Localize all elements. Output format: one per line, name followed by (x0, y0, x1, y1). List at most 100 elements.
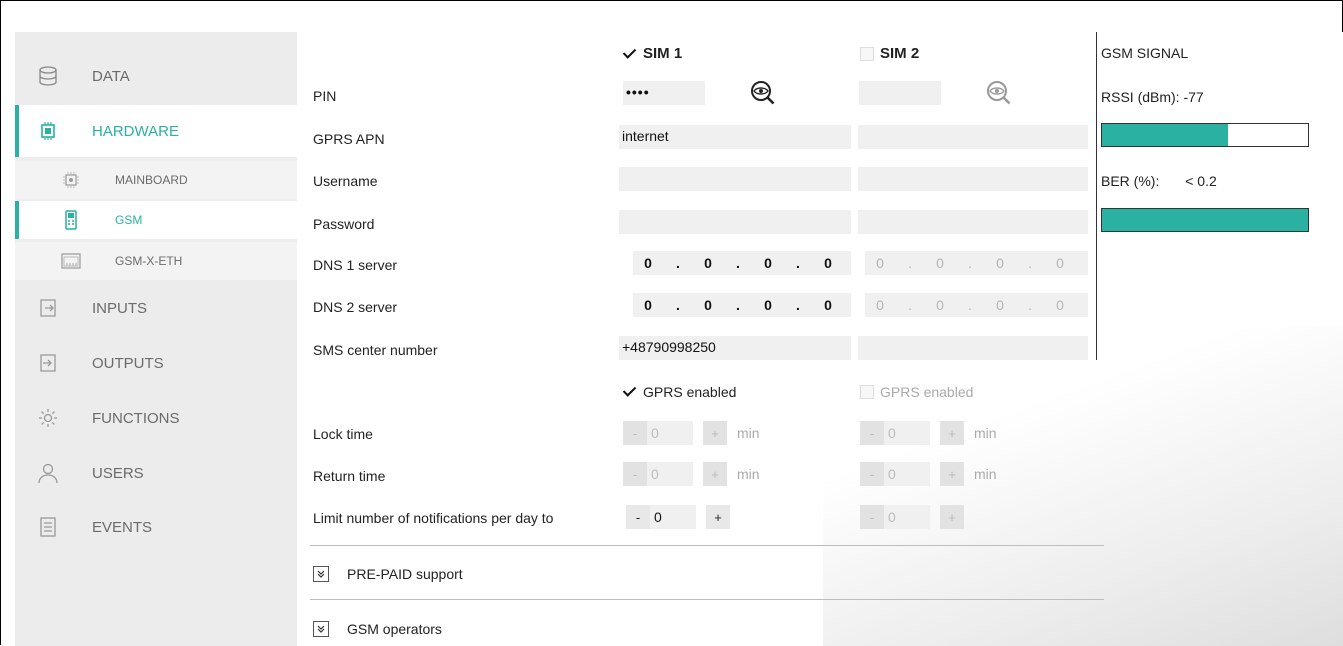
stepper-value[interactable]: 0 (884, 462, 930, 486)
sim1-pin-field[interactable]: •••• (623, 81, 705, 105)
ip-dot: . (796, 255, 800, 271)
sidebar-subitem-mainboard[interactable]: MAINBOARD (15, 161, 297, 199)
increment-button[interactable]: + (940, 462, 964, 486)
ip-dot: . (1028, 297, 1032, 313)
sidebar-item-label: INPUTS (92, 299, 148, 317)
sim1-dns1-field[interactable]: 0. 0. 0. 0 (633, 251, 851, 275)
show-pin-icon[interactable] (749, 79, 777, 107)
ethernet-icon (61, 253, 81, 269)
sim2-notification-limit-stepper[interactable]: - 0 + (860, 505, 964, 529)
decrement-button[interactable]: - (623, 462, 647, 486)
active-indicator (15, 105, 19, 157)
sim2-gprs-enabled-checkbox[interactable]: GPRS enabled (860, 384, 973, 400)
sidebar-item-label: USERS (92, 464, 144, 482)
sidebar-item-events[interactable]: EVENTS (15, 501, 297, 553)
ip-dot: . (908, 255, 912, 271)
ber-bar (1101, 208, 1309, 232)
sidebar-item-label: DATA (92, 67, 130, 85)
show-pin-icon[interactable] (985, 79, 1013, 107)
ip-dot: . (736, 297, 740, 313)
sim1-lock-time-stepper[interactable]: - 0 + min (623, 421, 760, 445)
ip-octet: 0 (936, 297, 944, 313)
stepper-value[interactable]: 0 (647, 462, 693, 486)
ip-octet: 0 (1056, 255, 1064, 271)
decrement-button[interactable]: - (626, 505, 650, 529)
ip-octet: 0 (996, 255, 1004, 271)
stepper-value[interactable]: 0 (647, 421, 693, 445)
expand-chevron-icon (313, 566, 329, 582)
ip-octet: 0 (764, 255, 772, 271)
sim1-gprs-enabled-checkbox[interactable]: GPRS enabled (623, 384, 736, 400)
sim1-username-field[interactable] (619, 167, 851, 191)
ip-dot: . (676, 297, 680, 313)
ip-octet: 0 (1056, 297, 1064, 313)
gprs-enabled-label: GPRS enabled (643, 384, 737, 400)
sim2-checkbox[interactable]: SIM 2 (860, 45, 919, 62)
lock-time-label: Lock time (313, 426, 373, 442)
sidebar-item-functions[interactable]: FUNCTIONS (15, 392, 297, 444)
apn-label: GPRS APN (313, 131, 385, 147)
sidebar-subitem-gsm[interactable]: GSM (15, 201, 297, 239)
decrement-button[interactable]: - (860, 505, 884, 529)
sim2-username-field[interactable] (858, 167, 1088, 191)
ip-octet: 0 (764, 297, 772, 313)
sidebar-item-data[interactable]: DATA (15, 50, 297, 102)
ip-dot: . (968, 297, 972, 313)
unit-label: min (737, 466, 760, 482)
user-icon (38, 463, 58, 484)
stepper-value[interactable]: 0 (884, 505, 930, 529)
sim1-dns2-field[interactable]: 0. 0. 0. 0 (633, 293, 851, 317)
ip-octet: 0 (936, 255, 944, 271)
increment-button[interactable]: + (706, 505, 730, 529)
sidebar-item-label: FUNCTIONS (92, 409, 180, 427)
sidebar-item-label: HARDWARE (92, 122, 179, 140)
check-icon (623, 47, 637, 61)
sim2-label: SIM 2 (880, 45, 920, 62)
sim2-pin-field[interactable] (859, 81, 941, 105)
sidebar-item-users[interactable]: USERS (15, 447, 297, 499)
sim1-apn-field[interactable]: internet (619, 125, 851, 149)
sidebar-item-hardware[interactable]: HARDWARE (15, 105, 297, 157)
ip-dot: . (968, 255, 972, 271)
sim1-return-time-stepper[interactable]: - 0 + min (623, 462, 760, 486)
sim2-return-time-stepper[interactable]: - 0 + min (860, 462, 997, 486)
prepaid-support-toggle[interactable]: PRE-PAID support (313, 566, 463, 582)
increment-button[interactable]: + (940, 505, 964, 529)
increment-button[interactable]: + (703, 421, 727, 445)
sidebar-subitem-gsm-x-eth[interactable]: GSM-X-ETH (15, 242, 297, 280)
decrement-button[interactable]: - (860, 421, 884, 445)
notification-limit-label: Limit number of notifications per day to (313, 510, 554, 526)
increment-button[interactable]: + (703, 462, 727, 486)
sim2-dns2-field[interactable]: 0. 0. 0. 0 (865, 293, 1088, 317)
sidebar: DATA HARDWARE MAINBOARD GSM GSM-X-ETH IN… (15, 32, 297, 646)
sidebar-subitem-label: MAINBOARD (115, 173, 188, 187)
pin-label: PIN (313, 88, 337, 104)
return-time-label: Return time (313, 468, 386, 484)
sim1-password-field[interactable] (619, 210, 851, 234)
sim2-sms-center-field[interactable] (858, 336, 1088, 360)
sim2-lock-time-stepper[interactable]: - 0 + min (860, 421, 997, 445)
ip-octet: 0 (876, 255, 884, 271)
sim2-apn-field[interactable] (858, 125, 1088, 149)
stepper-value[interactable]: 0 (650, 505, 696, 529)
sim1-notification-limit-stepper[interactable]: - 0 + (626, 505, 730, 529)
background-decoration (823, 326, 1343, 646)
sim1-checkbox[interactable]: SIM 1 (623, 45, 682, 62)
sim2-password-field[interactable] (858, 210, 1088, 234)
ber-value: < 0.2 (1185, 173, 1217, 189)
increment-button[interactable]: + (940, 421, 964, 445)
sim1-sms-center-field[interactable]: +48790998250 (619, 336, 851, 360)
sim2-dns1-field[interactable]: 0. 0. 0. 0 (865, 251, 1088, 275)
sidebar-item-inputs[interactable]: INPUTS (15, 282, 297, 334)
database-icon (39, 66, 57, 86)
dns2-label: DNS 2 server (313, 299, 398, 315)
decrement-button[interactable]: - (623, 421, 647, 445)
stepper-value[interactable]: 0 (884, 421, 930, 445)
phone-icon (65, 210, 77, 230)
sidebar-item-outputs[interactable]: OUTPUTS (15, 337, 297, 389)
unit-label: min (974, 466, 997, 482)
dns1-label: DNS 1 server (313, 257, 398, 273)
ip-dot: . (676, 255, 680, 271)
gsm-operators-toggle[interactable]: GSM operators (313, 621, 442, 637)
decrement-button[interactable]: - (860, 462, 884, 486)
